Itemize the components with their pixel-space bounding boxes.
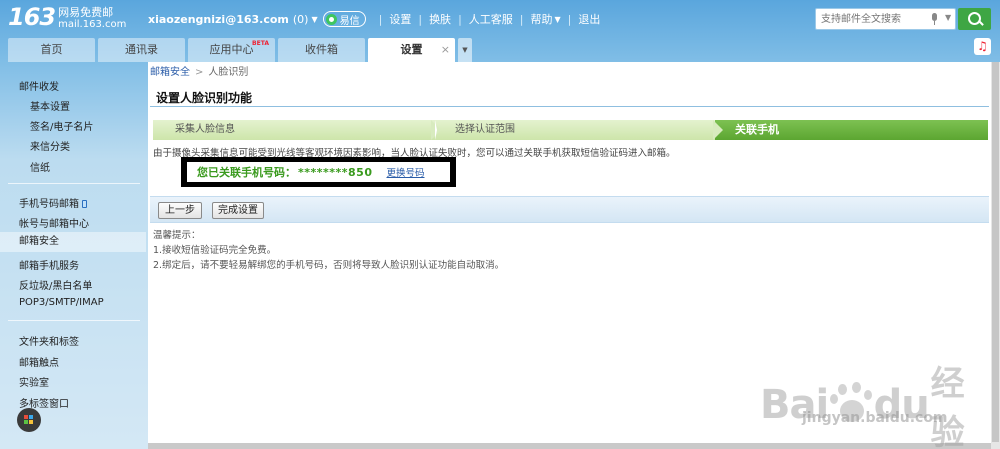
- tab-home[interactable]: 首页: [8, 38, 95, 62]
- sidebar-item-phone-mail[interactable]: 手机号码邮箱: [19, 195, 87, 210]
- sidebar-item-lab[interactable]: 实验室: [19, 374, 49, 389]
- microphone-icon[interactable]: [931, 13, 939, 25]
- sidebar-item-pop3[interactable]: POP3/SMTP/IMAP: [19, 297, 104, 308]
- sidebar-item-antispam[interactable]: 反垃圾/黑白名单: [19, 277, 92, 292]
- yixin-button[interactable]: 易信: [322, 11, 366, 27]
- sidebar-group-mail[interactable]: 邮件收发: [19, 78, 59, 93]
- sidebar-divider: [8, 320, 140, 321]
- step-arrow: [435, 120, 437, 140]
- tip-item: 2.绑定后，请不要轻易解绑您的手机号码，否则将导致人脸识别认证功能自动取消。: [153, 260, 505, 271]
- sidebar-item-filters[interactable]: 来信分类: [30, 138, 70, 153]
- breadcrumb: 邮箱安全 > 人脸识别: [150, 67, 249, 78]
- logout-link[interactable]: 退出: [578, 11, 600, 27]
- search-button[interactable]: [958, 8, 991, 30]
- help-link[interactable]: 帮助: [531, 11, 553, 27]
- step-choose-scope: 选择认证范围: [433, 120, 717, 140]
- sidebar-item-security[interactable]: 邮箱安全: [0, 232, 146, 252]
- user-bar: xiaozengnizi@163.com (0) ▼ 易信 | 设置 | 换肤 …: [148, 11, 601, 27]
- phone-label: 您已关联手机号码：: [197, 166, 296, 179]
- page-title: 设置人脸识别功能: [156, 91, 253, 105]
- skin-link[interactable]: 换肤: [429, 11, 451, 27]
- music-icon[interactable]: ♫: [974, 38, 991, 55]
- top-bar: 163 网易免费邮 mail.163.com xiaozengnizi@163.…: [0, 0, 1000, 38]
- sidebar: 邮件收发 基本设置 签名/电子名片 来信分类 信纸 手机号码邮箱 帐号与邮箱中心…: [0, 62, 146, 449]
- step-link-phone: 关联手机: [715, 120, 988, 140]
- logo-cn: 网易免费邮: [58, 6, 114, 19]
- breadcrumb-current: 人脸识别: [208, 67, 249, 78]
- sidebar-item-basic-settings[interactable]: 基本设置: [30, 98, 70, 113]
- yixin-label: 易信: [339, 15, 360, 27]
- sidebar-item-account-center[interactable]: 帐号与邮箱中心: [19, 215, 89, 230]
- phone-icon: [82, 200, 87, 208]
- change-number-link[interactable]: 更换号码: [386, 165, 424, 179]
- sidebar-item-signature[interactable]: 签名/电子名片: [30, 118, 93, 133]
- user-email[interactable]: xiaozengnizi@163.com: [148, 13, 289, 26]
- phone-number: ********850: [298, 165, 373, 179]
- horizontal-scrollbar[interactable]: [148, 443, 991, 449]
- chevron-down-icon[interactable]: ▼: [311, 15, 317, 24]
- sidebar-item-stationery[interactable]: 信纸: [30, 159, 50, 174]
- previous-step-button[interactable]: 上一步: [158, 202, 202, 219]
- logo-number: 163: [8, 3, 56, 31]
- step-collect-face: 采集人脸信息: [153, 120, 435, 140]
- button-bar: 上一步 完成设置: [150, 196, 989, 223]
- help-chevron-icon[interactable]: ▼: [555, 15, 561, 24]
- settings-link[interactable]: 设置: [389, 11, 411, 27]
- vertical-scrollbar[interactable]: [991, 62, 1000, 449]
- tab-app-center[interactable]: 应用中心 BETA: [188, 38, 275, 62]
- sidebar-divider: [8, 183, 140, 184]
- tip-item: 1.接收短信验证码完全免费。: [153, 245, 277, 256]
- linked-phone-box: 您已关联手机号码： ********850 更换号码: [181, 157, 456, 187]
- tab-settings[interactable]: 设置 ×: [368, 38, 455, 62]
- tab-inbox[interactable]: 收件箱: [278, 38, 365, 62]
- tab-more-icon[interactable]: ▼: [458, 38, 472, 62]
- step-arrow: [713, 120, 723, 140]
- search-box: ▼: [815, 8, 956, 30]
- logo-domain: mail.163.com: [58, 19, 127, 30]
- sidebar-item-folders[interactable]: 文件夹和标签: [19, 333, 79, 348]
- step-progress: 采集人脸信息 选择认证范围 关联手机: [153, 120, 988, 140]
- sidebar-item-mobile-service[interactable]: 邮箱手机服务: [19, 257, 79, 272]
- finish-setup-button[interactable]: 完成设置: [212, 202, 264, 219]
- yixin-icon: [325, 13, 337, 25]
- beta-badge: BETA: [252, 40, 269, 47]
- tab-bar: 首页 通讯录 应用中心 BETA 收件箱 设置 × ▼: [8, 38, 472, 62]
- title-divider: [150, 106, 989, 107]
- tips-section: 温馨提示： 1.接收短信验证码完全免费。 2.绑定后，请不要轻易解绑您的手机号码…: [153, 228, 504, 273]
- sidebar-item-touchpoints[interactable]: 邮箱触点: [19, 354, 59, 369]
- unread-count: (0): [292, 12, 309, 26]
- search-input[interactable]: [816, 9, 924, 29]
- logo[interactable]: 163 网易免费邮 mail.163.com: [8, 4, 126, 31]
- tab-contacts[interactable]: 通讯录: [98, 38, 185, 62]
- breadcrumb-security-link[interactable]: 邮箱安全: [150, 67, 190, 78]
- scrollbar-thumb[interactable]: [992, 62, 999, 442]
- support-link[interactable]: 人工客服: [469, 11, 513, 27]
- tips-title: 温馨提示：: [153, 230, 201, 241]
- search-dropdown-icon[interactable]: ▼: [945, 13, 951, 22]
- app-grid-icon[interactable]: [17, 408, 41, 432]
- close-icon[interactable]: ×: [441, 38, 450, 62]
- main-panel: 邮箱安全 > 人脸识别 设置人脸识别功能 采集人脸信息 选择认证范围 关联手机 由于…: [148, 62, 991, 444]
